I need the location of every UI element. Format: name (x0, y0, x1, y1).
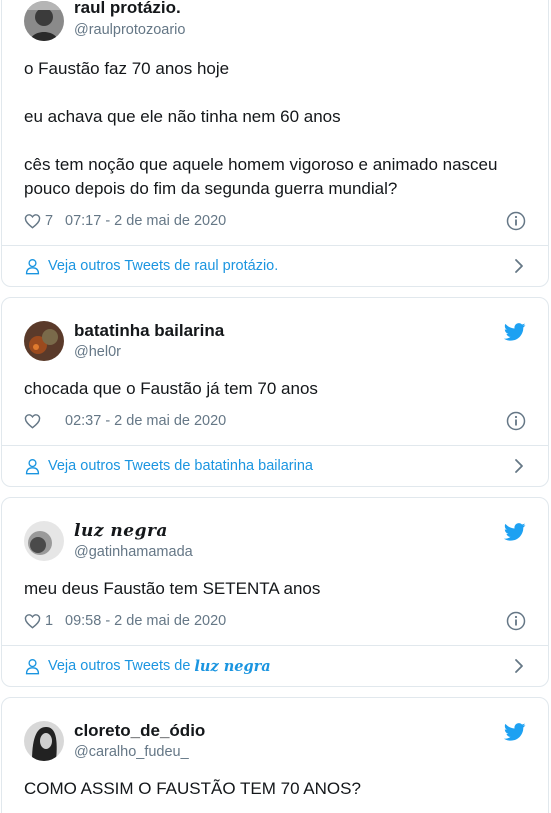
display-name[interactable]: cloreto_de_ódio (74, 721, 205, 741)
chevron-right-icon[interactable] (514, 458, 524, 474)
tweet-text: chocada que o Faustão já tem 70 anos (24, 379, 318, 398)
more-tweets-link[interactable]: Veja outros Tweets de batatinha bailarin… (24, 446, 526, 486)
twitter-bird-icon[interactable] (504, 723, 526, 741)
avatar[interactable] (24, 1, 64, 41)
person-icon (24, 458, 41, 475)
tweet-paragraph: eu achava que ele não tinha nem 60 anos (24, 107, 341, 126)
timestamp[interactable]: 02:37 - 2 de mai de 2020 (65, 413, 226, 429)
tweet-paragraph: o Faustão faz 70 anos hoje (24, 59, 230, 78)
avatar[interactable] (24, 521, 64, 561)
info-icon[interactable] (506, 611, 526, 631)
info-icon[interactable] (506, 211, 526, 231)
timestamp[interactable]: 09:58 - 2 de mai de 2020 (65, 613, 226, 629)
heart-icon[interactable] (24, 213, 41, 229)
tweet-card: raul protázio. @raulprotozoario o Faustã… (1, 0, 549, 287)
tweet-meta: 7 07:17 - 2 de mai de 2020 (24, 210, 526, 232)
display-name[interactable]: raul protázio. (74, 0, 181, 18)
person-icon (24, 258, 41, 275)
more-tweets-link[interactable]: Veja outros Tweets de luz negra (24, 646, 526, 686)
tweet-meta: 02:37 - 2 de mai de 2020 (24, 410, 526, 432)
chevron-right-icon[interactable] (514, 258, 524, 274)
tweet-card: cloreto_de_ódio @caralho_fudeu_ COMO ASS… (1, 697, 549, 813)
tweet-text: COMO ASSIM O FAUSTÃO TEM 70 ANOS? (24, 779, 361, 798)
tweet-card: batatinha bailarina @hel0r chocada que o… (1, 297, 549, 487)
user-handle[interactable]: @raulprotozoario (74, 22, 185, 38)
person-icon (24, 658, 41, 675)
chevron-right-icon[interactable] (514, 658, 524, 674)
display-name[interactable]: batatinha bailarina (74, 321, 224, 341)
twitter-bird-icon[interactable] (504, 523, 526, 541)
user-handle[interactable]: @caralho_fudeu_ (74, 744, 189, 760)
display-name[interactable]: luz negra (74, 521, 168, 541)
heart-icon[interactable] (24, 613, 41, 629)
avatar[interactable] (24, 721, 64, 761)
avatar[interactable] (24, 321, 64, 361)
tweet-text: o Faustão faz 70 anos hoje eu achava que… (24, 57, 529, 201)
tweet-meta: 1 09:58 - 2 de mai de 2020 (24, 610, 526, 632)
more-tweets-name[interactable]: luz negra (194, 658, 270, 675)
info-icon[interactable] (506, 411, 526, 431)
like-count: 1 (45, 613, 54, 629)
twitter-bird-icon[interactable] (504, 323, 526, 341)
tweet-paragraph: cês tem noção que aquele homem vigoroso … (24, 155, 498, 198)
like-count: 7 (45, 213, 54, 229)
more-tweets-label[interactable]: Veja outros Tweets de (48, 658, 190, 674)
more-tweets-label[interactable]: Veja outros Tweets de raul protázio. (48, 258, 278, 274)
user-handle[interactable]: @gatinhamamada (74, 544, 193, 560)
heart-icon[interactable] (24, 413, 41, 429)
tweet-card: luz negra @gatinhamamada meu deus Faustã… (1, 497, 549, 687)
tweet-text: meu deus Faustão tem SETENTA anos (24, 579, 321, 598)
timestamp[interactable]: 07:17 - 2 de mai de 2020 (65, 213, 226, 229)
more-tweets-link[interactable]: Veja outros Tweets de raul protázio. (24, 246, 526, 286)
more-tweets-label[interactable]: Veja outros Tweets de batatinha bailarin… (48, 458, 313, 474)
user-handle[interactable]: @hel0r (74, 344, 121, 360)
